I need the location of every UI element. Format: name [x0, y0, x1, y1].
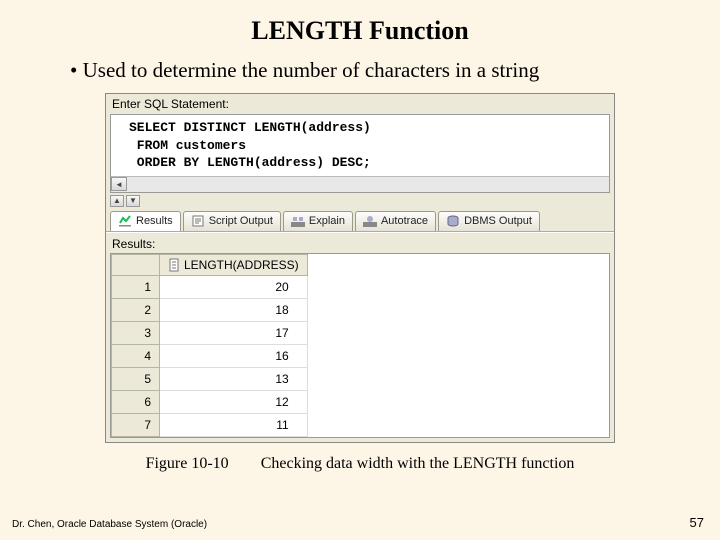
row-number: 6	[112, 390, 160, 413]
splitter-up-icon[interactable]: ▲	[110, 195, 124, 207]
results-icon	[118, 214, 132, 228]
column-type-icon	[168, 258, 180, 272]
code-line-1: SELECT DISTINCT LENGTH(address)	[129, 120, 371, 135]
figure-caption: Figure 10-10 Checking data width with th…	[0, 443, 720, 473]
table-row[interactable]: 711	[112, 413, 308, 436]
cell-value: 12	[160, 390, 308, 413]
tab-script-output[interactable]: Script Output	[183, 211, 281, 231]
tab-results[interactable]: Results	[110, 211, 181, 231]
table-row[interactable]: 513	[112, 367, 308, 390]
script-output-icon	[191, 214, 205, 228]
splitter-arrows[interactable]: ▲ ▼	[110, 195, 610, 207]
horizontal-scrollbar[interactable]: ◄	[111, 176, 609, 192]
bullet-text: Used to determine the number of characte…	[0, 58, 720, 93]
footer-author: Dr. Chen, Oracle Database System (Oracle…	[12, 519, 207, 530]
row-number: 3	[112, 321, 160, 344]
figure-caption-text: Checking data width with the LENGTH func…	[261, 455, 575, 472]
table-row[interactable]: 218	[112, 298, 308, 321]
table-row[interactable]: 120	[112, 275, 308, 298]
tab-dbms-output[interactable]: DBMS Output	[438, 211, 540, 231]
cell-value: 13	[160, 367, 308, 390]
cell-value: 11	[160, 413, 308, 436]
cell-value: 18	[160, 298, 308, 321]
figure-number: Figure 10-10	[146, 455, 229, 473]
code-line-3: ORDER BY LENGTH(address) DESC;	[129, 155, 371, 170]
results-tabbar: Results Script Output Explain Autotrace …	[106, 208, 614, 232]
tab-script-label: Script Output	[209, 215, 273, 227]
sql-code: SELECT DISTINCT LENGTH(address) FROM cus…	[111, 115, 609, 176]
scroll-left-icon[interactable]: ◄	[111, 177, 127, 191]
enter-sql-label: Enter SQL Statement:	[106, 94, 614, 114]
tab-dbms-label: DBMS Output	[464, 215, 532, 227]
results-grid[interactable]: LENGTH(ADDRESS) 120 218 317 416 513 612 …	[110, 253, 610, 438]
page-number: 57	[690, 515, 704, 530]
row-number: 1	[112, 275, 160, 298]
tab-explain-label: Explain	[309, 215, 345, 227]
results-label: Results:	[106, 232, 614, 253]
splitter-down-icon[interactable]: ▼	[126, 195, 140, 207]
sql-developer-window: Enter SQL Statement: SELECT DISTINCT LEN…	[105, 93, 615, 443]
tab-autotrace[interactable]: Autotrace	[355, 211, 436, 231]
tab-results-label: Results	[136, 215, 173, 227]
table-row[interactable]: 317	[112, 321, 308, 344]
cell-value: 16	[160, 344, 308, 367]
cell-value: 20	[160, 275, 308, 298]
row-number: 7	[112, 413, 160, 436]
table-row[interactable]: 612	[112, 390, 308, 413]
sql-editor[interactable]: SELECT DISTINCT LENGTH(address) FROM cus…	[110, 114, 610, 193]
dbms-output-icon	[446, 214, 460, 228]
row-number-header	[112, 254, 160, 275]
tab-explain[interactable]: Explain	[283, 211, 353, 231]
table-header-row: LENGTH(ADDRESS)	[112, 254, 308, 275]
cell-value: 17	[160, 321, 308, 344]
column-header[interactable]: LENGTH(ADDRESS)	[160, 254, 308, 275]
slide-title: LENGTH Function	[0, 0, 720, 58]
tab-autotrace-label: Autotrace	[381, 215, 428, 227]
row-number: 4	[112, 344, 160, 367]
explain-icon	[291, 214, 305, 228]
autotrace-icon	[363, 214, 377, 228]
row-number: 2	[112, 298, 160, 321]
code-line-2: FROM customers	[129, 138, 246, 153]
column-header-text: LENGTH(ADDRESS)	[184, 258, 299, 272]
table-row[interactable]: 416	[112, 344, 308, 367]
row-number: 5	[112, 367, 160, 390]
